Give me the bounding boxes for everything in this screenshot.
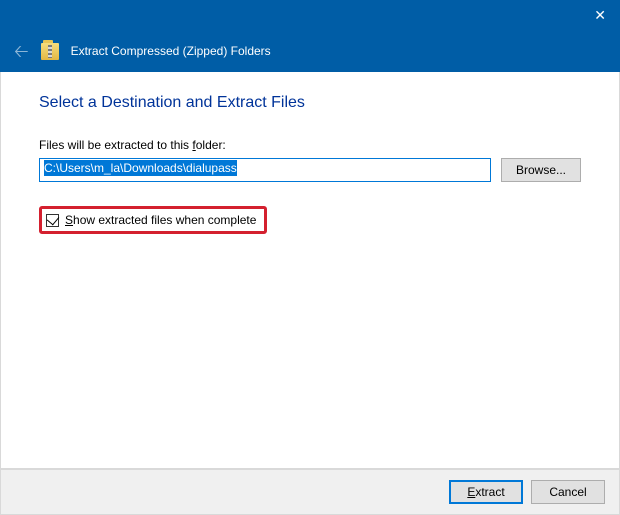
- browse-button[interactable]: Browse...: [501, 158, 581, 182]
- back-arrow-icon: 🡠: [14, 42, 29, 60]
- zipped-folder-icon: [41, 40, 59, 62]
- checkbox-label: Show extracted files when complete: [65, 213, 256, 227]
- content-area: Select a Destination and Extract Files F…: [0, 72, 620, 469]
- show-when-complete-checkbox[interactable]: Show extracted files when complete: [39, 206, 267, 234]
- footer: Extract Cancel: [0, 469, 620, 515]
- close-icon[interactable]: ✕: [594, 8, 606, 22]
- destination-label: Files will be extracted to this folder:: [39, 138, 581, 152]
- wizard-header: 🡠 Extract Compressed (Zipped) Folders: [0, 30, 620, 72]
- destination-row: C:\Users\m_la\Downloads\dialupass Browse…: [39, 158, 581, 182]
- checkbox-icon: [46, 214, 59, 227]
- titlebar: ✕: [0, 0, 620, 30]
- window-title: Extract Compressed (Zipped) Folders: [71, 44, 271, 58]
- extract-button[interactable]: Extract: [449, 480, 523, 504]
- destination-path-input[interactable]: C:\Users\m_la\Downloads\dialupass: [39, 158, 491, 182]
- cancel-button[interactable]: Cancel: [531, 480, 605, 504]
- page-heading: Select a Destination and Extract Files: [39, 94, 581, 112]
